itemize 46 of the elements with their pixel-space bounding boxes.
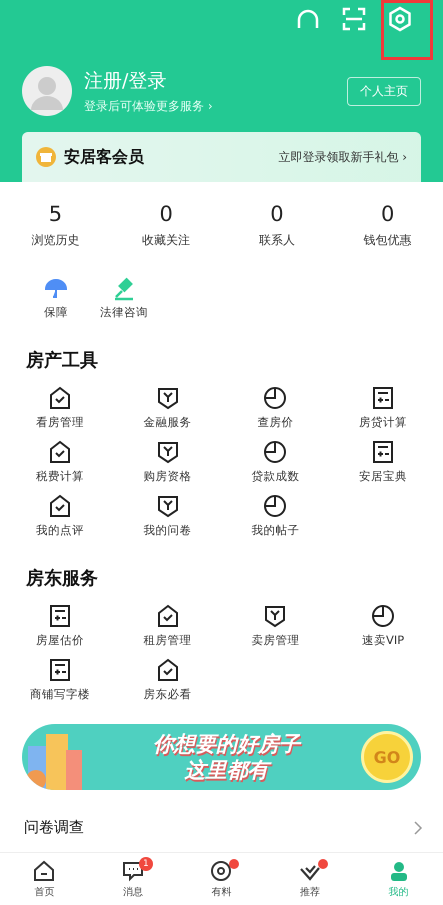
umbrella-icon[interactable] (44, 277, 68, 301)
survey-title[interactable]: 问卷调查 (24, 818, 84, 837)
tool-label[interactable]: 税费计算 (36, 469, 84, 484)
nav-tab[interactable]: 消息 1 (88, 853, 178, 905)
tool-label[interactable]: 租房管理 (144, 633, 192, 648)
nav-tab[interactable]: 首页 (0, 853, 89, 905)
target-icon (209, 859, 234, 883)
gift-link[interactable]: 立即登录领取新手礼包 › (278, 148, 407, 166)
gift-icon (36, 147, 56, 167)
tool-label[interactable]: 贷款成数 (251, 469, 300, 484)
survey-row[interactable]: 问卷调查 (0, 790, 443, 849)
tool-label[interactable]: 安居宝典 (359, 469, 408, 484)
stat-label[interactable]: 钱包优惠 (364, 232, 412, 249)
highlight-box (381, 0, 433, 60)
tool-label[interactable]: 房东必看 (144, 687, 192, 702)
membership-title: 安居客会员 (64, 146, 145, 168)
tool-label[interactable]: 看房管理 (36, 415, 84, 430)
stat-value[interactable]: 0 (159, 202, 173, 226)
tool-label[interactable]: 我的点评 (36, 523, 84, 538)
tool-label[interactable]: 速卖VIP (362, 633, 404, 648)
stat-label[interactable]: 浏览历史 (31, 232, 80, 249)
stat-label[interactable]: 收藏关注 (142, 232, 190, 249)
chat-icon (120, 859, 145, 883)
nav-tab[interactable]: 推荐 (266, 853, 354, 905)
nav-tab[interactable]: 有料 (177, 853, 266, 905)
chevron-right-icon (413, 820, 423, 834)
stat-value[interactable]: 0 (380, 202, 394, 226)
tool-label[interactable]: 房屋估价 (36, 633, 84, 648)
tool-label[interactable]: 卖房管理 (251, 633, 300, 648)
stat-value[interactable]: 0 (270, 202, 284, 226)
section-title: 房产工具 (24, 349, 99, 373)
home-icon (32, 859, 56, 883)
stat-value[interactable]: 5 (48, 202, 62, 226)
tool-label[interactable]: 购房资格 (144, 469, 192, 484)
banner-headline: 你想要的好房子 (153, 731, 300, 757)
tool-label[interactable]: 我的帖子 (251, 523, 300, 538)
section-title: 房东服务 (24, 567, 99, 591)
quick-link-label[interactable]: 法律咨询 (100, 305, 148, 320)
stat-label[interactable]: 联系人 (258, 232, 295, 249)
tool-label[interactable]: 查房价 (257, 415, 294, 430)
tool-label[interactable]: 商铺写字楼 (30, 687, 90, 702)
tool-label[interactable]: 房贷计算 (359, 415, 408, 430)
tool-label[interactable]: 我的问卷 (144, 523, 192, 538)
quick-link-label[interactable]: 保障 (44, 305, 68, 320)
unread-badge: 1 (138, 857, 153, 871)
tool-label[interactable]: 金融服务 (144, 415, 192, 430)
